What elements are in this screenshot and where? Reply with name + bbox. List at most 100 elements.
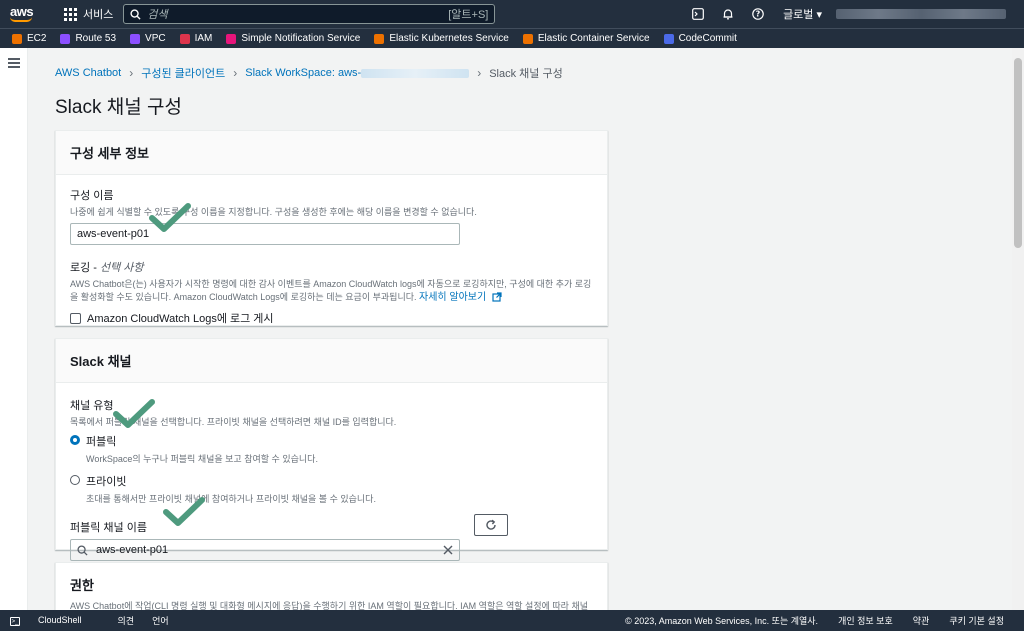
checkmark-annotation-icon xyxy=(163,497,205,526)
slack-channel-panel: Slack 채널 채널 유형 목록에서 퍼블릭 채널을 선택합니다. 프라이빗 … xyxy=(55,338,608,561)
aws-smile-icon xyxy=(10,17,32,22)
private-radio-description: 초대를 통해서만 프라이빗 채널에 참여하거나 프라이빗 채널을 볼 수 있습니… xyxy=(86,494,376,504)
clear-icon[interactable] xyxy=(443,545,453,555)
logging-optional-text: 선택 사항 xyxy=(100,262,144,274)
scrollbar-thumb[interactable] xyxy=(1014,58,1022,248)
public-channel-search-input[interactable]: aws-event-p01 xyxy=(70,539,460,561)
chevron-right-icon: › xyxy=(477,66,482,80)
service-icon xyxy=(60,33,71,44)
terminal-icon xyxy=(692,8,704,20)
favorite-label: Simple Notification Service xyxy=(241,33,361,44)
bell-icon xyxy=(723,9,733,20)
learn-more-label: 자세히 알아보기 xyxy=(419,292,487,303)
feedback-link[interactable]: 의견 xyxy=(118,614,135,627)
service-icon xyxy=(663,33,674,44)
permissions-description: AWS Chatbot에 작업(CLI 명령 실행 및 대화형 메시지에 응답)… xyxy=(70,601,589,610)
checkmark-annotation-icon xyxy=(149,203,191,232)
copyright-text: © 2023, Amazon Web Services, Inc. 또는 계열사… xyxy=(625,616,819,626)
language-link[interactable]: 언어 xyxy=(152,614,169,627)
page-scrollbar[interactable] xyxy=(1012,48,1024,610)
menu-icon[interactable] xyxy=(8,58,20,70)
config-name-input[interactable]: aws-event-p01 xyxy=(70,223,460,245)
favorite-route-53[interactable]: Route 53 xyxy=(60,33,116,44)
help-icon: ? xyxy=(752,8,764,20)
notifications-button[interactable] xyxy=(713,0,743,28)
service-icon xyxy=(130,33,141,44)
private-radio[interactable] xyxy=(70,475,80,485)
aws-logo[interactable]: aws xyxy=(10,5,50,22)
breadcrumb: AWS Chatbot › 구성된 클라이언트 › Slack WorkSpac… xyxy=(55,65,563,81)
logging-label-text: 로깅 - xyxy=(70,262,101,274)
cloudshell-button[interactable]: >_ CloudShell xyxy=(10,615,100,627)
search-input[interactable]: 검색 [알트+S] xyxy=(123,4,496,24)
checkmark-annotation-icon xyxy=(113,399,155,428)
favorite-label: Elastic Container Service xyxy=(537,33,650,44)
favorite-codecommit[interactable]: CodeCommit xyxy=(663,33,737,44)
favorite-label: VPC xyxy=(145,33,166,44)
favorite-simple-notification-service[interactable]: Simple Notification Service xyxy=(226,33,360,44)
svg-text:?: ? xyxy=(756,10,761,19)
service-icon xyxy=(522,33,533,44)
favorite-label: Elastic Kubernetes Service xyxy=(389,33,509,44)
permissions-panel: 권한 AWS Chatbot에 작업(CLI 명령 실행 및 대화형 메시지에 … xyxy=(55,562,608,610)
favorite-iam[interactable]: IAM xyxy=(179,33,212,44)
search-icon xyxy=(130,8,141,20)
cookie-preferences-link[interactable]: 쿠키 기본 설정 xyxy=(949,614,1004,627)
favorites-bar: EC2 Route 53 VPC IAM Simple Notification Ser… xyxy=(0,28,1024,48)
services-label: 서비스 xyxy=(83,9,114,21)
grid-icon xyxy=(64,7,77,21)
side-navigation xyxy=(0,48,28,610)
breadcrumb-workspace[interactable]: Slack WorkSpace: aws- xyxy=(245,67,470,79)
favorite-label: CodeCommit xyxy=(678,33,737,44)
terminal-icon: >_ xyxy=(10,617,20,627)
service-icon xyxy=(374,33,385,44)
learn-more-link[interactable]: 자세히 알아보기 xyxy=(419,292,502,303)
logging-description: AWS Chatbot은(는) 사용자가 시작한 명령에 대한 감사 이벤트를 … xyxy=(70,278,593,304)
search-shortcut-hint: [알트+S] xyxy=(448,9,489,21)
favorite-label: Route 53 xyxy=(75,33,117,44)
public-radio[interactable] xyxy=(70,435,80,445)
refresh-button[interactable] xyxy=(474,514,508,536)
service-icon xyxy=(179,33,190,44)
private-radio-label: 프라이빗 xyxy=(86,476,127,488)
chevron-right-icon: › xyxy=(129,66,134,80)
permissions-title: 권한 xyxy=(70,578,94,593)
main-content: AWS Chatbot › 구성된 클라이언트 › Slack WorkSpac… xyxy=(28,48,1012,610)
favorite-elastic-container-service[interactable]: Elastic Container Service xyxy=(522,33,650,44)
cloudwatch-logs-checkbox[interactable] xyxy=(70,312,81,324)
refresh-icon xyxy=(486,519,496,530)
favorite-ec2[interactable]: EC2 xyxy=(12,33,46,44)
privacy-link[interactable]: 개인 정보 보호 xyxy=(838,614,893,627)
public-radio-description: WorkSpace의 누구나 퍼블릭 채널을 보고 참여할 수 있습니다. xyxy=(86,454,318,464)
public-channel-name-label: 퍼블릭 채널 이름 xyxy=(70,522,147,534)
config-details-title: 구성 세부 정보 xyxy=(70,146,149,161)
public-channel-value: aws-event-p01 xyxy=(96,544,169,556)
search-placeholder: 검색 xyxy=(147,9,168,21)
slack-channel-title: Slack 채널 xyxy=(70,354,132,369)
favorite-elastic-kubernetes-service[interactable]: Elastic Kubernetes Service xyxy=(374,33,509,44)
cloudshell-top-button[interactable] xyxy=(683,0,713,28)
account-menu[interactable] xyxy=(836,9,1006,19)
breadcrumb-current: Slack 채널 구성 xyxy=(489,68,563,80)
footer-bar: >_ CloudShell 의견 언어 © 2023, Amazon Web Se… xyxy=(0,610,1024,631)
page-title: Slack 채널 구성 xyxy=(55,97,182,118)
services-menu-button[interactable]: 서비스 xyxy=(64,0,113,28)
service-icon xyxy=(226,33,237,44)
logging-description-text: AWS Chatbot은(는) 사용자가 시작한 명령에 대한 감사 이벤트를 … xyxy=(70,279,592,302)
region-selector[interactable]: 글로벌 ▾ xyxy=(783,6,822,22)
redacted-text xyxy=(361,68,470,78)
breadcrumb-configured-clients[interactable]: 구성된 클라이언트 xyxy=(141,65,225,81)
help-button[interactable]: ? xyxy=(743,0,773,28)
search-icon xyxy=(77,544,88,556)
logging-label: 로깅 - 선택 사항 xyxy=(70,259,593,275)
cloudwatch-logs-checkbox-label: Amazon CloudWatch Logs에 로그 게시 xyxy=(87,313,274,325)
breadcrumb-aws-chatbot[interactable]: AWS Chatbot xyxy=(55,67,121,79)
cloudwatch-logs-checkbox-row[interactable]: Amazon CloudWatch Logs에 로그 게시 xyxy=(70,310,593,326)
top-navigation: aws 서비스 검색 [알트+S] ? 글로벌 ▾ xyxy=(0,0,1024,28)
public-radio-option[interactable]: 퍼블릭 WorkSpace의 누구나 퍼블릭 채널을 보고 참여할 수 있습니다… xyxy=(70,433,593,465)
service-icon xyxy=(12,33,22,44)
config-name-value: aws-event-p01 xyxy=(77,228,150,240)
terms-link[interactable]: 약관 xyxy=(913,614,930,627)
private-radio-option[interactable]: 프라이빗 초대를 통해서만 프라이빗 채널에 참여하거나 프라이빗 채널을 볼 … xyxy=(70,473,593,505)
favorite-vpc[interactable]: VPC xyxy=(130,33,166,44)
